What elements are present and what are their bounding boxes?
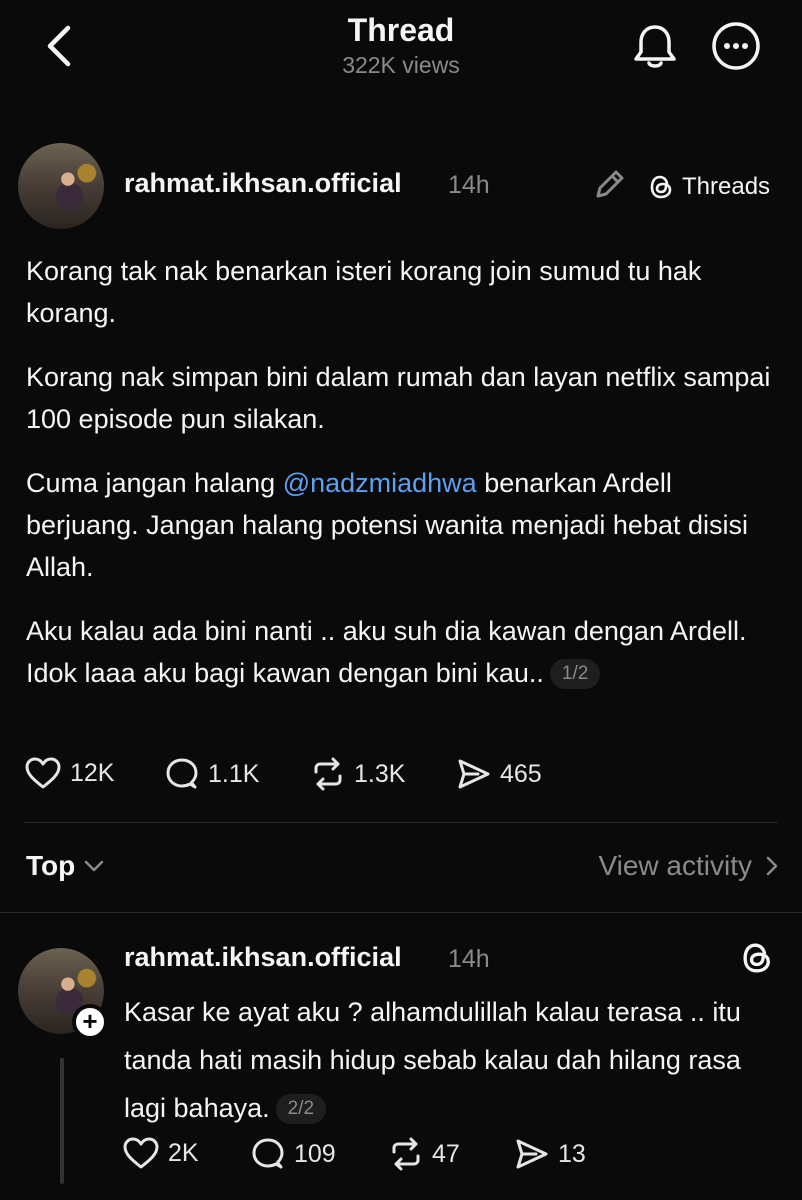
mention-link[interactable]: @nadzmiadhwa <box>283 468 477 498</box>
share-button[interactable]: 13 <box>514 1136 586 1172</box>
threads-logo-icon[interactable] <box>740 940 776 976</box>
thread-line <box>60 1058 64 1184</box>
divider <box>0 912 802 913</box>
page-indicator: 1/2 <box>549 659 601 689</box>
post-paragraph: Aku kalau ada bini nanti .. aku suh dia … <box>26 610 786 694</box>
post-time: 14h <box>448 171 490 199</box>
threads-label: Threads <box>682 173 771 200</box>
like-button[interactable]: 12K <box>24 756 114 790</box>
post-paragraph: Korang tak nak benarkan isteri korang jo… <box>26 256 702 328</box>
reply-button[interactable]: 1.1K <box>164 756 259 792</box>
page-title: Thread <box>347 12 455 48</box>
repost-count: 1.3K <box>354 759 406 788</box>
reply-count: 109 <box>294 1139 336 1168</box>
speech-bubble-icon <box>252 1138 284 1169</box>
follow-plus-icon[interactable]: + <box>72 1004 108 1040</box>
repost-icon <box>314 757 342 791</box>
repost-count: 47 <box>432 1139 460 1168</box>
notifications-button[interactable] <box>630 20 680 72</box>
more-options-button[interactable] <box>710 20 762 72</box>
paragraph-text: Aku kalau ada bini nanti .. aku suh dia … <box>26 616 747 688</box>
share-button[interactable]: 465 <box>456 756 542 792</box>
sort-label: Top <box>26 850 76 881</box>
threads-badge[interactable]: Threads <box>648 170 770 204</box>
sort-dropdown[interactable]: Top <box>26 850 105 882</box>
post-username[interactable]: rahmat.ikhsan.official <box>124 168 402 199</box>
reply-text: Kasar ke ayat aku ? alhamdulillah kalau … <box>124 988 764 1132</box>
repost-button[interactable]: 1.3K <box>310 756 405 792</box>
send-icon <box>458 759 490 789</box>
share-count: 13 <box>558 1139 586 1168</box>
reply-body: Kasar ke ayat aku ? alhamdulillah kalau … <box>124 997 741 1123</box>
avatar[interactable] <box>18 143 104 229</box>
pencil-icon <box>596 170 624 198</box>
edit-button[interactable] <box>592 166 628 202</box>
repost-button[interactable]: 47 <box>388 1136 460 1172</box>
chevron-right-icon <box>766 856 778 876</box>
reply-button[interactable]: 109 <box>250 1136 336 1172</box>
view-activity-link[interactable]: View activity <box>598 850 778 882</box>
paragraph-text: Cuma jangan halang <box>26 468 283 498</box>
reply-username[interactable]: rahmat.ikhsan.official <box>124 942 402 973</box>
reply-time: 14h <box>448 945 490 973</box>
repost-icon <box>392 1137 420 1171</box>
divider <box>24 822 778 823</box>
threads-logo-icon <box>743 943 770 973</box>
threads-logo-icon <box>650 175 672 199</box>
bell-icon <box>634 25 676 68</box>
like-button[interactable]: 2K <box>122 1136 199 1170</box>
view-activity-label: View activity <box>598 850 752 881</box>
more-icon <box>712 22 760 70</box>
heart-icon <box>123 1137 159 1169</box>
reply-count: 1.1K <box>208 759 260 788</box>
chevron-down-icon <box>84 860 104 872</box>
speech-bubble-icon <box>166 758 198 789</box>
send-icon <box>516 1139 548 1169</box>
share-count: 465 <box>500 759 542 788</box>
heart-icon <box>25 757 61 789</box>
like-count: 12K <box>70 758 115 787</box>
view-count: 322K views <box>342 52 460 78</box>
post-paragraph: Cuma jangan halang @nadzmiadhwa benarkan… <box>26 462 786 588</box>
page-indicator: 2/2 <box>275 1094 327 1124</box>
post-paragraph: Korang nak simpan bini dalam rumah dan l… <box>26 362 771 434</box>
like-count: 2K <box>168 1138 199 1167</box>
